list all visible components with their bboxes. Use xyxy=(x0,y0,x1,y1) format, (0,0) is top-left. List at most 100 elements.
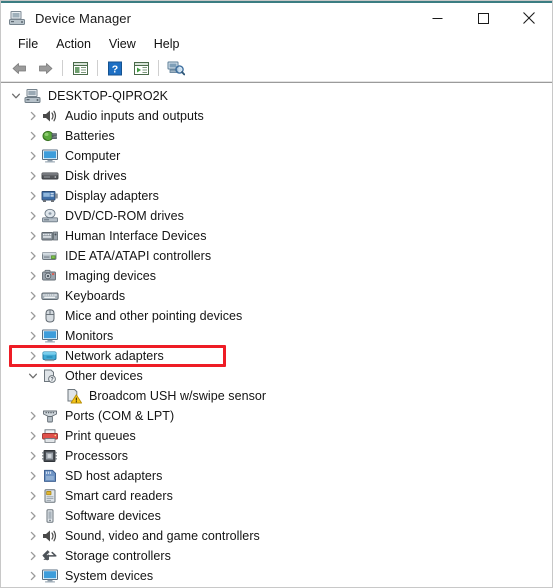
chevron-right-icon[interactable] xyxy=(25,126,41,146)
tree-item-software-devices[interactable]: Software devices xyxy=(1,506,552,526)
tree-item-universal-serial-bus-controllers[interactable]: Universal Serial Bus controllers xyxy=(1,586,552,587)
device-manager-icon xyxy=(8,9,26,27)
toolbar-separator xyxy=(158,60,159,76)
chevron-right-icon[interactable] xyxy=(25,406,41,426)
tree-item-sd-host-adapters[interactable]: SD host adapters xyxy=(1,466,552,486)
network-adapter-icon xyxy=(41,347,59,365)
smartcard-icon xyxy=(41,487,59,505)
tree-item-label: System devices xyxy=(65,569,154,583)
chevron-right-icon[interactable] xyxy=(25,206,41,226)
chevron-right-icon[interactable] xyxy=(25,326,41,346)
tree-item-keyboards[interactable]: Keyboards xyxy=(1,286,552,306)
menu-bar: File Action View Help xyxy=(1,33,552,55)
console-tree-icon[interactable] xyxy=(68,57,92,79)
chevron-right-icon[interactable] xyxy=(25,466,41,486)
tree-item-imaging-devices[interactable]: Imaging devices xyxy=(1,266,552,286)
tree-item-audio-inputs-and-outputs[interactable]: Audio inputs and outputs xyxy=(1,106,552,126)
tree-item-ports-com-lpt[interactable]: Ports (COM & LPT) xyxy=(1,406,552,426)
chevron-right-icon[interactable] xyxy=(25,306,41,326)
tree-item-broadcom-ush-w-swipe-sensor[interactable]: Broadcom USH w/swipe sensor xyxy=(1,386,552,406)
tree-item-label: Network adapters xyxy=(65,349,164,363)
tree-item-label: DVD/CD-ROM drives xyxy=(65,209,184,223)
mouse-icon xyxy=(41,307,59,325)
window-controls xyxy=(414,3,552,33)
tree-item-label: Batteries xyxy=(65,129,115,143)
device-tree-panel[interactable]: DESKTOP-QIPRO2K Audio inputs and outputs… xyxy=(1,82,552,587)
hid-icon xyxy=(41,227,59,245)
menu-action[interactable]: Action xyxy=(47,35,100,53)
tree-item-system-devices[interactable]: System devices xyxy=(1,566,552,586)
printer-icon xyxy=(41,427,59,445)
chevron-right-icon[interactable] xyxy=(25,566,41,586)
camera-icon xyxy=(41,267,59,285)
forward-button[interactable] xyxy=(33,57,57,79)
device-tree: DESKTOP-QIPRO2K Audio inputs and outputs… xyxy=(1,83,552,587)
tree-item-other-devices[interactable]: ? Other devices xyxy=(1,366,552,386)
chevron-right-icon[interactable] xyxy=(25,266,41,286)
chevron-down-icon[interactable] xyxy=(8,86,24,106)
scan-hardware-icon[interactable] xyxy=(164,57,188,79)
tree-item-label: Audio inputs and outputs xyxy=(65,109,204,123)
device-manager-window: Device Manager File Action View Help ? D… xyxy=(0,0,553,588)
chevron-placeholder xyxy=(49,386,65,406)
chevron-right-icon[interactable] xyxy=(25,526,41,546)
properties-icon[interactable] xyxy=(129,57,153,79)
tree-item-processors[interactable]: Processors xyxy=(1,446,552,466)
tree-item-label: Print queues xyxy=(65,429,136,443)
menu-file[interactable]: File xyxy=(9,35,47,53)
tree-item-sound-video-and-game-controllers[interactable]: Sound, video and game controllers xyxy=(1,526,552,546)
tree-item-monitors[interactable]: Monitors xyxy=(1,326,552,346)
tree-item-label: Keyboards xyxy=(65,289,126,303)
tree-item-network-adapters[interactable]: Network adapters xyxy=(1,346,552,366)
display-adapter-icon xyxy=(41,187,59,205)
maximize-button[interactable] xyxy=(460,3,506,33)
chevron-right-icon[interactable] xyxy=(25,546,41,566)
tree-item-label: Mice and other pointing devices xyxy=(65,309,243,323)
tree-item-label: Other devices xyxy=(65,369,143,383)
toolbar: ? xyxy=(1,55,552,82)
toolbar-separator xyxy=(97,60,98,76)
other-device-icon: ? xyxy=(41,367,59,385)
tree-item-label: Ports (COM & LPT) xyxy=(65,409,175,423)
tree-item-ide-ata-atapi-controllers[interactable]: IDE ATA/ATAPI controllers xyxy=(1,246,552,266)
chevron-right-icon[interactable] xyxy=(25,446,41,466)
tree-item-label: Imaging devices xyxy=(65,269,157,283)
chevron-right-icon[interactable] xyxy=(25,586,41,587)
tree-item-dvd-cd-rom-drives[interactable]: DVD/CD-ROM drives xyxy=(1,206,552,226)
sd-host-icon xyxy=(41,467,59,485)
tree-item-label: DESKTOP-QIPRO2K xyxy=(48,89,168,103)
menu-help[interactable]: Help xyxy=(145,35,189,53)
monitor-icon xyxy=(41,147,59,165)
tree-item-mice-and-other-pointing-devices[interactable]: Mice and other pointing devices xyxy=(1,306,552,326)
chevron-right-icon[interactable] xyxy=(25,286,41,306)
help-question-icon[interactable]: ? xyxy=(103,57,127,79)
chevron-right-icon[interactable] xyxy=(25,146,41,166)
close-button[interactable] xyxy=(506,3,552,33)
chevron-right-icon[interactable] xyxy=(25,186,41,206)
tree-item-human-interface-devices[interactable]: Human Interface Devices xyxy=(1,226,552,246)
chevron-right-icon[interactable] xyxy=(25,506,41,526)
tree-item-batteries[interactable]: Batteries xyxy=(1,126,552,146)
tree-item-storage-controllers[interactable]: Storage controllers xyxy=(1,546,552,566)
minimize-button[interactable] xyxy=(414,3,460,33)
chevron-right-icon[interactable] xyxy=(25,226,41,246)
chevron-right-icon[interactable] xyxy=(25,166,41,186)
tree-item-label: SD host adapters xyxy=(65,469,163,483)
chevron-right-icon[interactable] xyxy=(25,246,41,266)
chevron-down-icon[interactable] xyxy=(25,366,41,386)
tree-item-disk-drives[interactable]: Disk drives xyxy=(1,166,552,186)
tree-item-display-adapters[interactable]: Display adapters xyxy=(1,186,552,206)
chevron-right-icon[interactable] xyxy=(25,486,41,506)
chevron-right-icon[interactable] xyxy=(25,106,41,126)
tree-item-computer[interactable]: Computer xyxy=(1,146,552,166)
menu-view[interactable]: View xyxy=(100,35,145,53)
back-button[interactable] xyxy=(7,57,31,79)
tree-item-smart-card-readers[interactable]: Smart card readers xyxy=(1,486,552,506)
tree-item-print-queues[interactable]: Print queues xyxy=(1,426,552,446)
storage-controller-icon xyxy=(41,547,59,565)
chevron-right-icon[interactable] xyxy=(25,346,41,366)
tree-root-item[interactable]: DESKTOP-QIPRO2K xyxy=(1,86,552,106)
chevron-right-icon[interactable] xyxy=(25,426,41,446)
tree-item-label: Computer xyxy=(65,149,121,163)
dvd-drive-icon xyxy=(41,207,59,225)
